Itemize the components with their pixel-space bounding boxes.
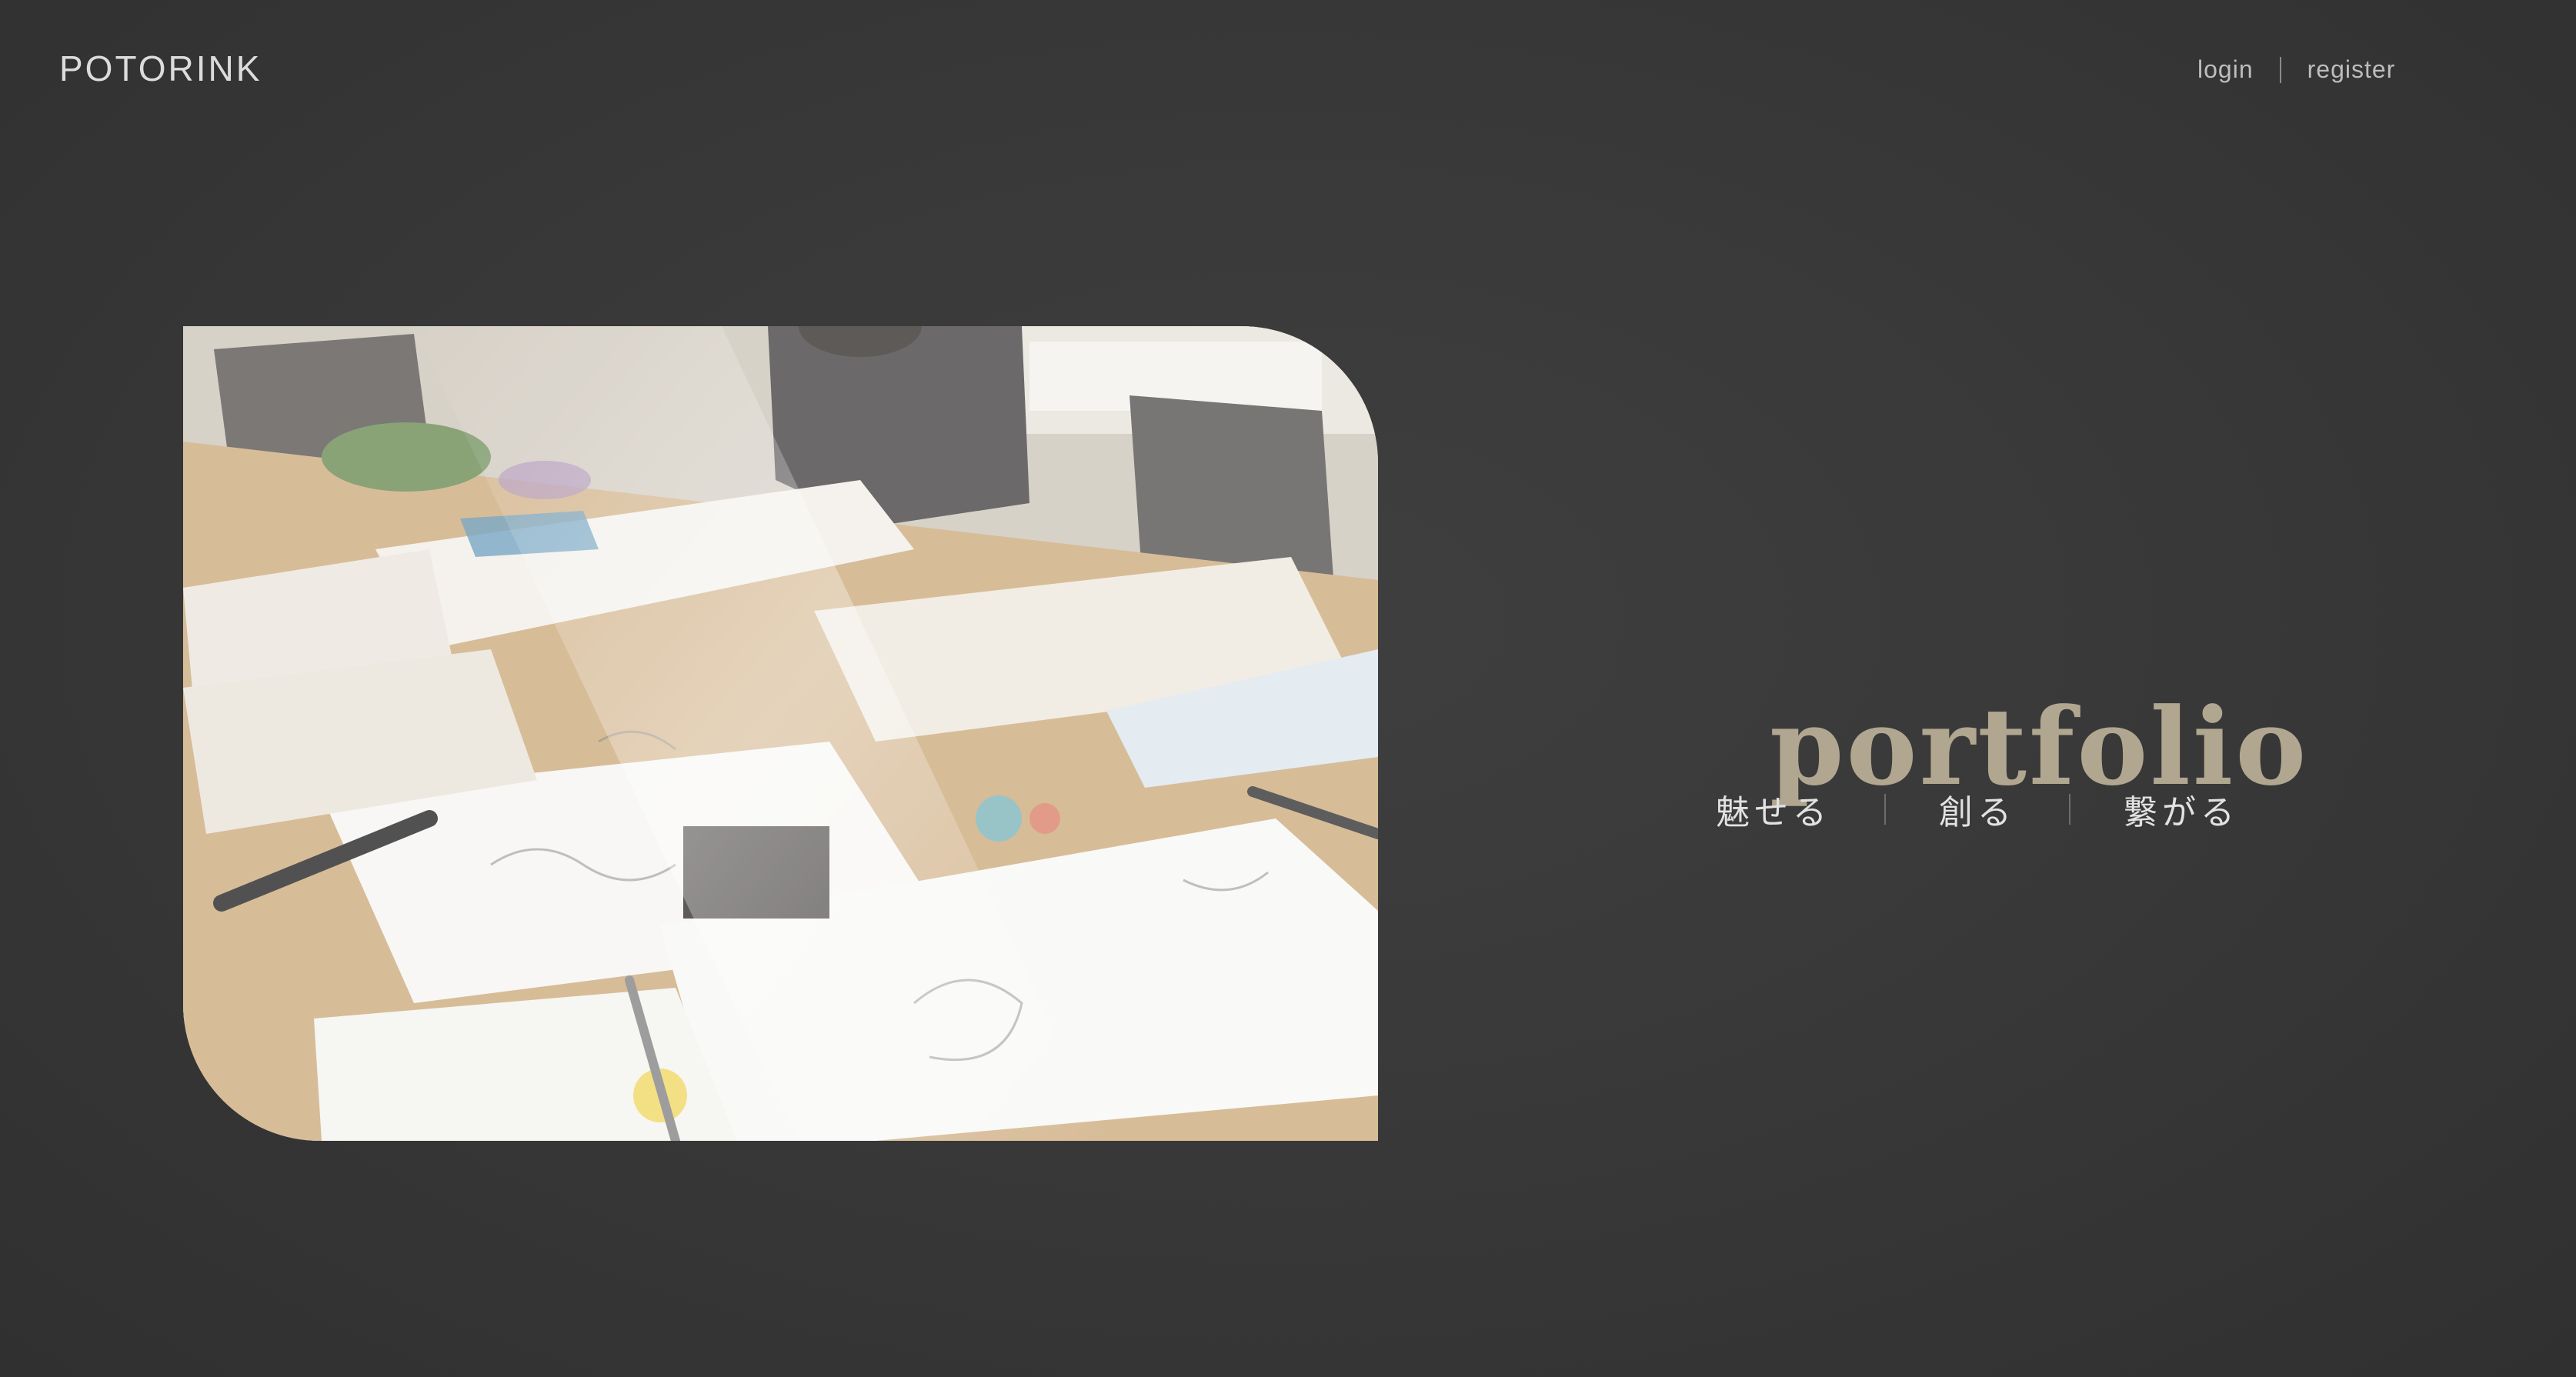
register-link[interactable]: register [2307, 55, 2396, 84]
hero-image [183, 326, 1378, 1141]
auth-divider [2279, 56, 2281, 83]
tagline-divider [2069, 794, 2070, 825]
tagline-item: 魅せる [1716, 793, 1831, 832]
tagline-item: 繋がる [2124, 793, 2239, 832]
login-link[interactable]: login [2197, 55, 2254, 84]
tagline-item: 創る [1939, 793, 2016, 832]
auth-nav: login register [2197, 55, 2395, 84]
hero-image-illustration [183, 326, 1378, 1141]
tagline-row: 魅せる 創る 繋がる [1716, 785, 2239, 834]
tagline-divider [1884, 794, 1886, 825]
brand-logo[interactable]: POTORINK [59, 48, 262, 89]
